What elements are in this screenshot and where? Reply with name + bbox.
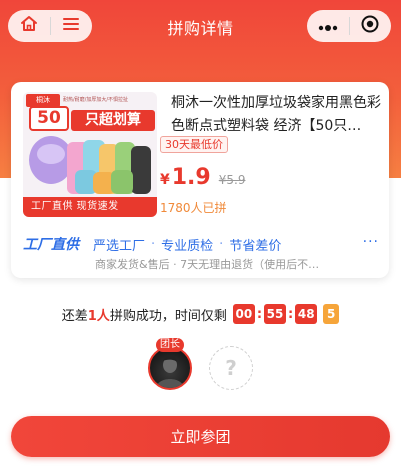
close-miniapp-button[interactable]	[349, 10, 391, 42]
capsule-menu	[307, 10, 391, 42]
feature-item: 专业质检	[161, 238, 214, 254]
avatar	[148, 346, 192, 390]
leader-badge: 团长	[156, 338, 184, 352]
dot-separator: ·	[219, 236, 224, 252]
group-price: 1.9	[171, 165, 211, 190]
timer-tenths: 5	[323, 304, 340, 324]
leader-slot[interactable]: 团长	[148, 338, 194, 390]
garbage-bags-illustration	[29, 136, 151, 194]
service-info: 商家发货&售后 · 7天无理由退货（使用后不…	[95, 258, 320, 271]
join-group-button[interactable]: 立即参团	[11, 416, 390, 457]
feature-item: 节省差价	[229, 238, 282, 254]
count-badge: 50	[29, 106, 69, 131]
image-caption: 耐热/耐磨/加厚加大/不惧拉扯	[63, 97, 129, 103]
timer-minutes: 55	[264, 304, 287, 324]
lowest-price-badge: 30天最低价	[160, 136, 228, 153]
target-icon	[360, 14, 380, 38]
timer-hours: 00	[232, 304, 255, 324]
timer-colon: :	[288, 306, 294, 322]
group-countdown: 还差 1人 拼购成功，时间仅剩 00 : 55 : 48 5	[0, 303, 401, 325]
more-icon	[317, 17, 339, 36]
more-button[interactable]	[307, 10, 349, 42]
sold-count: 1780人已拼	[160, 201, 227, 215]
empty-member-slot[interactable]: ?	[209, 346, 253, 390]
people-needed: 1人	[87, 308, 110, 324]
product-title[interactable]: 桐沐一次性加厚垃圾袋家用黑色彩色断点式塑料袋 经济【50只…	[171, 92, 383, 138]
image-strip: 工厂直供 现货速发	[23, 197, 157, 217]
timer-seconds: 48	[295, 304, 318, 324]
feature-row[interactable]: 工厂直供 严选工厂 · 专业质检 · 节省差价 ···	[11, 232, 389, 256]
timer-colon: :	[256, 306, 263, 322]
factory-direct-logo: 工厂直供	[23, 237, 79, 253]
feature-list: 严选工厂 · 专业质检 · 节省差价	[93, 235, 281, 254]
countdown-prefix: 还差	[61, 308, 88, 324]
currency-symbol: ¥	[160, 172, 170, 188]
more-features-button[interactable]: ···	[363, 234, 379, 250]
original-price: ¥5.9	[218, 173, 246, 187]
slogan-banner: 只超划算	[71, 110, 155, 131]
countdown-suffix: 拼购成功，时间仅剩	[109, 308, 227, 324]
feature-item: 严选工厂	[93, 238, 146, 254]
product-image[interactable]: 桐沐 耐热/耐磨/加厚加大/不惧拉扯 50 只超划算 工厂直供 现货速发	[23, 92, 157, 217]
price-row: ¥ 1.9 ¥5.9	[160, 165, 245, 190]
dot-separator: ·	[151, 236, 156, 252]
